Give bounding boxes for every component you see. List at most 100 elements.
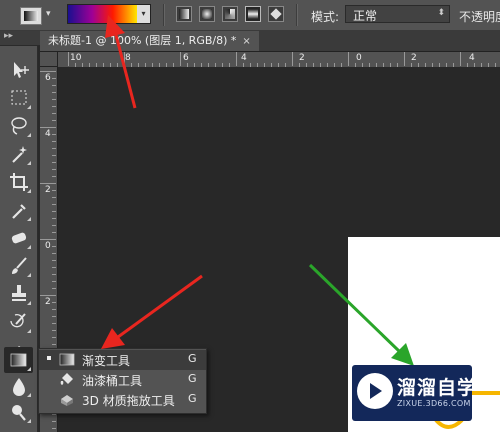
ruler-label: 4 [45,129,51,139]
ruler-tick [52,316,56,317]
ruler-label: 4 [469,53,475,63]
site-watermark: 溜溜自学 ZIXUE.3D66.COM [352,365,476,421]
close-tab-icon[interactable]: × [242,36,250,47]
ruler-tick [236,52,237,66]
ruler-label: 4 [241,53,247,63]
flyout-item-shortcut: G [188,372,197,385]
ruler-tick [404,52,405,66]
toolbox-collapse-strip[interactable]: ▸▸ [0,31,40,46]
angle-gradient-button[interactable] [222,6,238,22]
ruler-tick [460,52,461,66]
ruler-tick [292,52,293,66]
marquee-tool[interactable] [4,85,33,111]
horizontal-ruler[interactable]: 10 8 6 4 2 0 2 4 [58,52,500,68]
paint-bucket-icon [60,373,73,385]
preset-caret-icon[interactable]: ▾ [46,9,51,19]
ruler-tick [52,120,56,121]
history-brush-tool[interactable] [4,309,33,335]
ruler-label: 8 [125,53,131,63]
ruler-tick [52,106,56,107]
ruler-tick [52,246,56,247]
gradient-preview[interactable] [68,5,137,23]
ruler-tick [52,190,56,191]
ruler-tick [52,267,56,268]
flyout-item-label: 渐变工具 [82,354,131,368]
magic-wand-tool[interactable] [4,141,33,167]
ruler-tick [180,52,181,66]
gradient-picker[interactable]: ▾ [67,4,151,24]
flyout-item-label: 油漆桶工具 [82,374,143,388]
ruler-label: 2 [411,53,417,63]
ruler-tick [52,225,56,226]
dodge-tool[interactable] [4,399,33,425]
ruler-tick [52,176,56,177]
blend-mode-value: 正常 [353,9,378,23]
clone-stamp-tool[interactable] [4,281,33,307]
ruler-tick [52,155,56,156]
flyout-item-shortcut: G [188,352,197,365]
ruler-label: 2 [45,185,51,195]
3d-material-drop-icon [61,395,73,406]
document-tab-bar: 未标题-1 @ 100% (图层 1, RGB/8) * × [40,31,500,52]
mode-label: 模式: [311,10,340,24]
diamond-gradient-button[interactable] [268,6,284,22]
ruler-tick [52,134,56,135]
eyedropper-tool[interactable] [4,197,33,223]
document-tab[interactable]: 未标题-1 @ 100% (图层 1, RGB/8) * × [40,31,259,51]
ruler-tick [52,232,56,233]
ruler-tick [40,239,56,240]
ruler-tick [52,323,56,324]
document-title: 未标题-1 @ 100% (图层 1, RGB/8) * [48,34,237,47]
watermark-title: 溜溜自学 [397,377,478,399]
ruler-tick [52,204,56,205]
ruler-origin[interactable] [40,52,58,67]
ruler-tick [40,127,56,128]
ruler-tick [52,141,56,142]
flyout-item-gradient[interactable]: 渐变工具 G [39,350,206,370]
ruler-label: 10 [70,53,82,63]
ruler-tick [52,288,56,289]
flyout-item-3d-material-drop[interactable]: 3D 材质拖放工具 G [39,390,206,410]
ruler-label: 6 [45,73,51,83]
collapse-icon[interactable]: ▸▸ [4,31,13,41]
lasso-tool[interactable] [4,113,33,139]
reflected-gradient-button[interactable] [245,6,261,22]
move-tool-icon [14,62,29,78]
divider [163,4,165,26]
ruler-tick [52,99,56,100]
ruler-tick [52,309,56,310]
move-tool[interactable] [4,57,33,83]
ruler-tick [52,211,56,212]
divider [296,4,298,26]
ruler-label: 6 [183,53,189,63]
brush-tool[interactable] [4,253,33,279]
play-logo-icon [357,373,393,409]
crop-tool[interactable] [4,169,33,195]
watermark-url: ZIXUE.3D66.COM [397,399,471,408]
ruler-label: 0 [356,53,362,63]
gradient-tool[interactable] [4,347,33,373]
flyout-item-paint-bucket[interactable]: 油漆桶工具 G [39,370,206,390]
ruler-tick [52,421,56,422]
ruler-tick [52,274,56,275]
ruler-tick [124,52,125,66]
ruler-tick [52,330,56,331]
blend-mode-select[interactable]: 正常 ⬍ [345,5,450,23]
linear-gradient-button[interactable] [176,6,192,22]
healing-brush-tool[interactable] [4,225,33,251]
ruler-tick [68,52,69,66]
tool-preset-picker[interactable] [20,7,42,25]
gradient-dropdown-icon[interactable]: ▾ [137,5,150,23]
ruler-tick [52,92,56,93]
gradient-tool-flyout: 渐变工具 G 油漆桶工具 G 3D 材质拖放工具 G [38,348,207,414]
select-arrows-icon: ⬍ [437,8,445,18]
ruler-tick [52,428,56,429]
ruler-label: 2 [299,53,305,63]
ruler-tick [52,148,56,149]
blur-tool[interactable] [4,373,33,399]
ruler-tick [52,78,56,79]
ruler-tick [52,85,56,86]
tools-panel [0,46,38,432]
ruler-tick [52,197,56,198]
radial-gradient-button[interactable] [199,6,215,22]
